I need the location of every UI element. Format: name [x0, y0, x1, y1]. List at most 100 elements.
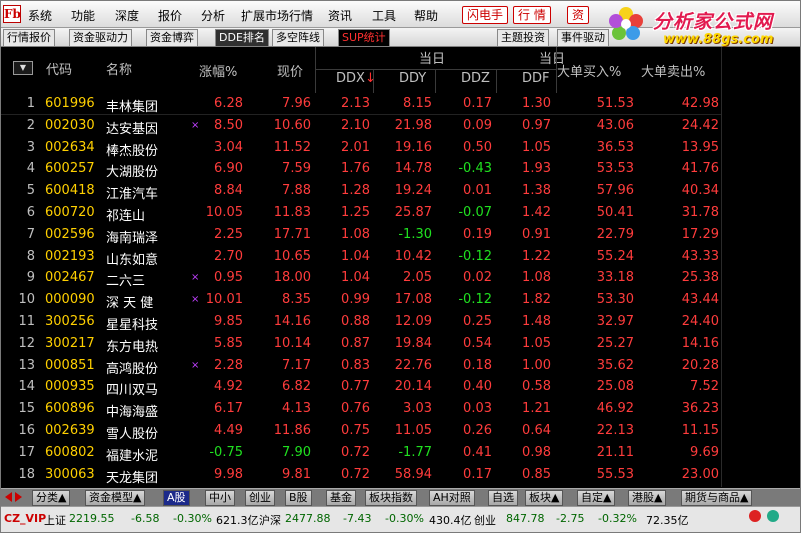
col-header-ddx[interactable]: DDX↓ [336, 71, 376, 86]
menu-help[interactable]: 帮助 [414, 7, 438, 24]
scroll-left-icon[interactable] [5, 492, 12, 502]
menu-analysis[interactable]: 分析 [201, 7, 225, 24]
table-row[interactable]: 18 300063 天龙集团 9.98 9.81 0.72 58.94 0.17 0.85 55.… [1, 464, 721, 486]
stock-name: 高鸿股份 [106, 361, 159, 377]
menu-quote[interactable]: 报价 [158, 7, 182, 24]
ddx-value: 0.83 [341, 357, 370, 373]
table-row[interactable]: 13 000851 高鸿股份 × 2.28 7.17 0.83 22.76 0.18 1.00 35… [1, 355, 721, 377]
stock-code: 300217 [45, 335, 95, 351]
change-pct: 10.01 [205, 292, 243, 308]
ddx-value: 0.87 [341, 335, 370, 351]
menu-tools[interactable]: 工具 [372, 7, 396, 24]
table-row[interactable]: 3 002634 棒杰股份 3.04 11.52 2.01 19.16 0.50 1.05 36.… [1, 137, 721, 159]
tab-quotes[interactable]: 行情报价 [3, 29, 55, 46]
scroll-right-icon[interactable] [15, 492, 22, 502]
col-header-name[interactable]: 名称 [106, 59, 132, 78]
btab-hk[interactable]: 港股▲ [628, 490, 667, 506]
header-divider [435, 70, 436, 93]
ddy-value: 19.84 [394, 335, 432, 351]
price: 7.90 [282, 444, 311, 460]
price: 4.13 [282, 401, 311, 417]
menu-depth[interactable]: 深度 [115, 7, 139, 24]
sh-index-pct: -0.30% [173, 512, 212, 525]
col-header-change[interactable]: 涨幅% [199, 61, 237, 80]
table-row[interactable]: 8 002193 山东如意 2.70 10.65 1.04 10.42 -0.12 1.22 55… [1, 246, 721, 268]
tab-sup-stats[interactable]: SUP统计 [338, 29, 390, 46]
btab-category[interactable]: 分类▲ [32, 490, 71, 506]
btab-fund-model[interactable]: 资金模型▲ [85, 490, 146, 506]
ddf-value: 0.91 [522, 226, 551, 242]
tab-fund-drive[interactable]: 资金驱动力 [69, 29, 132, 46]
btab-watchlist[interactable]: 自选 [488, 490, 518, 506]
column-menu-toggle[interactable]: ▼ [13, 61, 33, 75]
col-header-big-sell[interactable]: 大单卖出% [641, 61, 705, 80]
col-header-big-buy[interactable]: 大单买入% [557, 61, 621, 80]
col-header-ddz[interactable]: DDZ [461, 71, 490, 86]
alert-icon[interactable] [749, 510, 761, 522]
ddy-value: 22.76 [394, 357, 432, 373]
table-row[interactable]: 14 000935 四川双马 4.92 6.82 0.77 20.14 0.40 0.58 25.… [1, 376, 721, 398]
hs-index-change: -7.43 [343, 512, 372, 525]
menu-extended-market[interactable]: 扩展市场行情 [241, 7, 313, 24]
app-window: Fb 系统 功能 深度 报价 分析 扩展市场行情 资讯 工具 帮助 闪电手 行 … [0, 0, 801, 533]
ddx-value: 1.25 [341, 205, 370, 220]
price: 14.16 [273, 314, 311, 329]
tab-dde-rank[interactable]: DDE排名 [215, 29, 269, 46]
change-pct: 4.92 [214, 379, 243, 395]
table-row[interactable]: 10 000090 深 天 健 × 10.01 8.35 0.99 17.08 -0.12 1.8… [1, 289, 721, 311]
stock-code: 000935 [45, 379, 95, 395]
menu-function[interactable]: 功能 [71, 7, 95, 24]
btab-custom[interactable]: 自定▲ [577, 490, 616, 506]
table-row[interactable]: 11 300256 星星科技 9.85 14.16 0.88 12.09 0.25 1.48 32… [1, 311, 721, 333]
table-row[interactable]: 17 600802 福建水泥 -0.75 7.90 0.72 -1.77 0.41 0.98 21… [1, 442, 721, 464]
menu-news[interactable]: 资讯 [328, 7, 352, 24]
header-divider [496, 70, 497, 93]
table-row[interactable]: 1 601996 丰林集团 6.28 7.96 2.13 8.15 0.17 1.30 51.53… [1, 93, 721, 115]
btab-sector-index[interactable]: 板块指数 [365, 490, 417, 506]
price: 6.82 [282, 379, 311, 395]
ddy-value: 20.14 [394, 379, 432, 395]
btab-a-share[interactable]: A股 [163, 490, 190, 506]
table-row[interactable]: 9 002467 二六三 × 0.95 18.00 1.04 2.05 0.02 1.08 33.1… [1, 267, 721, 289]
flash-trade-button[interactable]: 闪电手 [462, 6, 509, 24]
cy-index-label: 创业 [474, 514, 496, 527]
row-index: 3 [26, 139, 35, 155]
table-row[interactable]: 6 600720 祁连山 10.05 11.83 1.25 25.87 -0.07 1.42 50… [1, 202, 721, 224]
row-index: 11 [18, 314, 35, 329]
connection-icon[interactable] [767, 510, 779, 522]
btab-b-share[interactable]: B股 [285, 490, 312, 506]
stock-code: 002596 [45, 226, 95, 242]
stock-name: 棒杰股份 [106, 143, 159, 159]
table-row[interactable]: 7 002596 海南瑞泽 2.25 17.71 1.08 -1.30 0.19 0.91 22.… [1, 224, 721, 246]
btab-futures[interactable]: 期货与商品▲ [681, 490, 753, 506]
btab-sme[interactable]: 中小 [205, 490, 235, 506]
menu-system[interactable]: 系统 [28, 7, 52, 24]
ddx-value: 0.88 [341, 314, 370, 329]
btab-gem[interactable]: 创业 [245, 490, 275, 506]
col-header-price[interactable]: 现价 [277, 61, 303, 80]
col-header-code[interactable]: 代码 [46, 59, 72, 78]
table-row[interactable]: 12 300217 东方电热 5.85 10.14 0.87 19.84 0.54 1.05 25… [1, 333, 721, 355]
info-button[interactable]: 资 [567, 6, 590, 24]
table-row[interactable]: 16 002639 雪人股份 4.49 11.86 0.75 11.05 0.26 0.64 22… [1, 420, 721, 442]
btab-sector[interactable]: 板块▲ [525, 490, 564, 506]
table-row[interactable]: 5 600418 江淮汽车 8.84 7.88 1.28 19.24 0.01 1.38 57.9… [1, 180, 721, 202]
big-sell-pct: 43.44 [681, 292, 719, 308]
tab-theme-invest[interactable]: 主题投资 [497, 29, 549, 46]
row-index: 10 [18, 292, 35, 308]
tab-long-short[interactable]: 多空阵线 [272, 29, 324, 46]
ddz-value: 0.25 [463, 314, 492, 329]
col-header-ddy[interactable]: DDY [399, 71, 426, 86]
table-row[interactable]: 15 600896 中海海盛 6.17 4.13 0.76 3.03 0.03 1.21 46.9… [1, 398, 721, 420]
btab-ah-compare[interactable]: AH对照 [429, 490, 475, 506]
table-row[interactable]: 4 600257 大湖股份 6.90 7.59 1.76 14.78 -0.43 1.93 53.… [1, 158, 721, 180]
btab-fund[interactable]: 基金 [326, 490, 356, 506]
col-header-ddf[interactable]: DDF [522, 71, 550, 86]
quote-button[interactable]: 行 情 [513, 6, 551, 24]
sh-index-change: -6.58 [131, 512, 160, 525]
right-empty-pane [721, 47, 800, 487]
tab-fund-game[interactable]: 资金博弈 [146, 29, 198, 46]
ddx-value: 1.04 [341, 270, 370, 286]
big-buy-pct: 51.53 [596, 96, 634, 111]
table-row[interactable]: 2 002030 达安基因 × 8.50 10.60 2.10 21.98 0.09 0.97 43… [1, 115, 721, 137]
